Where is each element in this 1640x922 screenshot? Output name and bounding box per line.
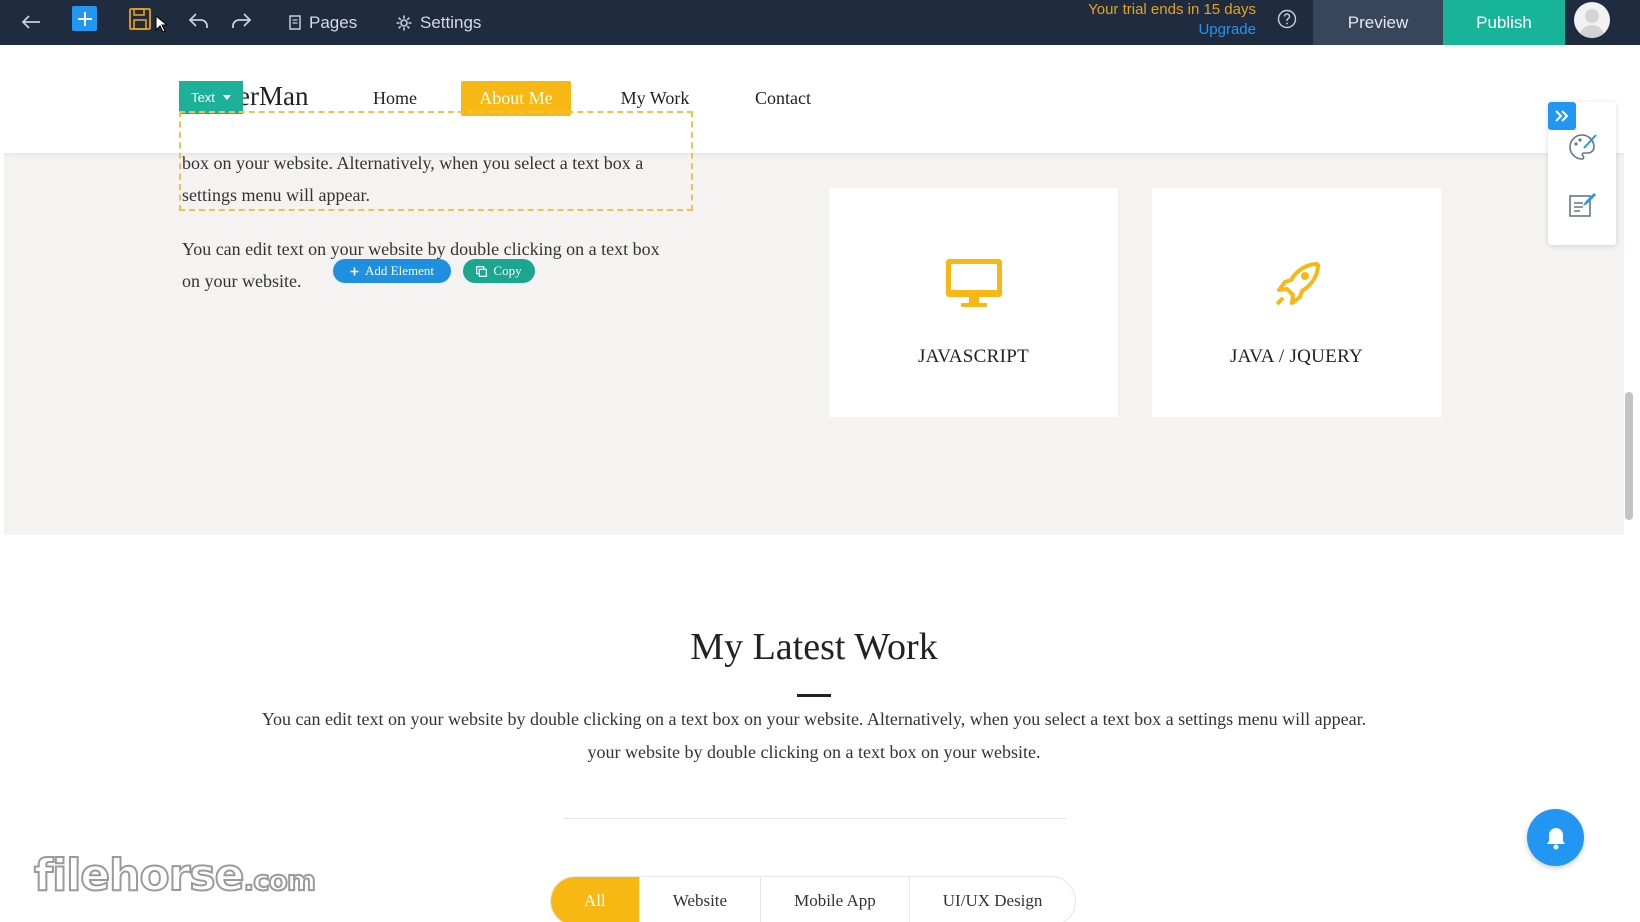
pages-label: Pages bbox=[309, 12, 358, 32]
add-element-button[interactable]: Add Element bbox=[333, 259, 451, 283]
watermark-brand: filehorse bbox=[33, 849, 245, 902]
gear-icon bbox=[396, 15, 412, 30]
settings-label: Settings bbox=[420, 12, 482, 32]
widget-panel bbox=[1548, 102, 1616, 245]
plus-icon bbox=[77, 11, 92, 26]
mouse-cursor-icon bbox=[153, 14, 169, 34]
double-chevron-right-icon bbox=[1555, 110, 1569, 122]
about-section: box on your website. Alternatively, when… bbox=[4, 111, 1624, 535]
watermark-suffix: .com bbox=[242, 863, 317, 898]
settings-menu[interactable]: Settings bbox=[396, 9, 481, 36]
title-divider bbox=[797, 694, 831, 697]
copy-button[interactable]: Copy bbox=[463, 259, 535, 283]
design-palette-icon[interactable] bbox=[1567, 132, 1597, 162]
description-line: your website by double clicking on a tex… bbox=[587, 742, 1041, 762]
filter-mobile-app[interactable]: Mobile App bbox=[761, 877, 910, 922]
trial-notice: Your trial ends in 15 days Upgrade bbox=[1088, 0, 1256, 40]
back-arrow-icon[interactable] bbox=[18, 9, 44, 35]
expand-panel-button[interactable] bbox=[1548, 102, 1576, 130]
upgrade-link[interactable]: Upgrade bbox=[1088, 20, 1256, 40]
page-icon bbox=[289, 15, 301, 30]
add-button[interactable] bbox=[72, 6, 97, 31]
plus-icon bbox=[350, 267, 359, 275]
publish-button[interactable]: Publish bbox=[1443, 0, 1565, 45]
copy-label: Copy bbox=[493, 263, 522, 278]
element-type-tag[interactable]: Text bbox=[179, 81, 243, 114]
caret-down-icon bbox=[222, 95, 231, 100]
site-brand[interactable]: erMan bbox=[238, 81, 308, 112]
element-type-label: Text bbox=[191, 90, 215, 105]
skill-card[interactable]: JAVASCRIPT bbox=[829, 188, 1118, 417]
portfolio-filter-bar: All Website Mobile App UI/UX Design bbox=[550, 876, 1077, 922]
filter-ui-ux-design[interactable]: UI/UX Design bbox=[910, 877, 1076, 922]
copy-icon bbox=[476, 265, 488, 277]
section-divider bbox=[564, 818, 1066, 819]
monitor-icon bbox=[829, 258, 1118, 308]
section-title[interactable]: My Latest Work bbox=[4, 625, 1624, 669]
filter-website[interactable]: Website bbox=[640, 877, 762, 922]
avatar[interactable] bbox=[1574, 2, 1610, 38]
text-selection-outline[interactable] bbox=[179, 111, 693, 211]
save-icon[interactable] bbox=[126, 5, 154, 33]
undo-icon[interactable] bbox=[186, 8, 212, 34]
skill-title: JAVASCRIPT bbox=[917, 346, 1030, 367]
watermark-logo: filehorse.com bbox=[33, 849, 317, 902]
editor-toolbar: Pages Settings Your trial ends in 15 day… bbox=[0, 0, 1640, 45]
redo-icon[interactable] bbox=[228, 8, 254, 34]
scrollbar-thumb[interactable] bbox=[1625, 392, 1633, 520]
editor-canvas: erMan Text Home About Me My Work Contact… bbox=[4, 45, 1624, 922]
bell-icon bbox=[1546, 827, 1565, 849]
section-description[interactable]: You can edit text on your website by dou… bbox=[184, 703, 1444, 769]
nav-contact[interactable]: Contact bbox=[737, 81, 829, 116]
help-icon[interactable] bbox=[1276, 8, 1298, 30]
skill-card[interactable]: JAVA / JQUERY bbox=[1152, 188, 1441, 417]
edit-content-icon[interactable] bbox=[1567, 190, 1597, 220]
preview-button[interactable]: Preview bbox=[1313, 0, 1443, 45]
trial-text: Your trial ends in 15 days bbox=[1088, 1, 1256, 18]
skill-title: JAVA / JQUERY bbox=[1229, 346, 1364, 367]
description-line: You can edit text on your website by dou… bbox=[261, 709, 1367, 729]
rocket-icon bbox=[1152, 258, 1441, 310]
pages-menu[interactable]: Pages bbox=[289, 9, 357, 36]
add-element-label: Add Element bbox=[365, 263, 434, 278]
filter-all[interactable]: All bbox=[551, 877, 640, 922]
user-avatar-icon bbox=[1579, 9, 1605, 38]
notifications-button[interactable] bbox=[1527, 809, 1584, 866]
